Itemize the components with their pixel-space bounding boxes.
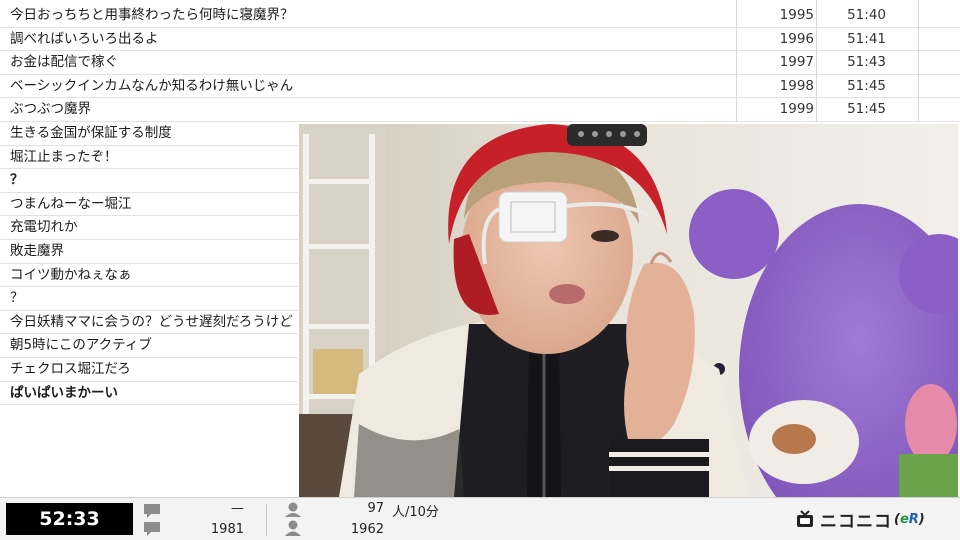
speech-bubble-icon [144,504,160,536]
person-icon [285,502,301,536]
comment-row[interactable]: 堀江止まったぞ！ [0,146,298,170]
comment-list-empty-area [0,418,298,498]
comment-time: 51:41 [847,30,886,47]
comment-text: ベーシックインカムなんか知るわけ無いじゃん [10,77,294,94]
comment-row[interactable]: 今日妖精ママに会うの？どうせ遅刻だろうけど [0,311,298,335]
comment-text: 今日妖精ママに会うの？どうせ遅刻だろうけど [10,313,293,330]
video-player[interactable] [299,124,958,497]
comment-text: ぱいぱいまかーい [10,384,118,401]
comment-text: 朝5時にこのアクティブ [10,337,152,354]
logo-suffix: (eR) [894,511,925,527]
comment-text: 今日おっちちと用事終わったら何時に寝魔界？ [10,7,294,23]
column-divider [736,0,737,122]
niconico-logo: ニコニコ (eR) [796,507,925,532]
comment-text: 生きる金国が保証する制度 [10,125,172,141]
comment-row[interactable]: コイツ動かねぇなぁ [0,264,298,288]
comment-text: 堀江止まったぞ！ [10,148,118,165]
comment-text: 敗走魔界 [10,243,64,259]
comment-count: 1981 [210,522,244,537]
video-frame [299,124,958,497]
comment-row[interactable]: ？ [0,169,298,193]
comment-text: お金は配信で稼ぐ [10,54,118,71]
comment-time: 51:40 [847,7,886,23]
comment-number: 1997 [779,54,814,71]
comment-row[interactable]: ？ [0,287,298,311]
comment-row[interactable]: ぱいぱいまかーい [0,382,298,406]
comment-row[interactable]: 朝5時にこのアクティブ [0,334,298,358]
comment-time: 51:43 [847,54,886,71]
elapsed-time: 52:33 [6,503,133,535]
logo-text: ニコニコ [820,511,892,532]
niconico-tv-icon [797,510,813,527]
comment-text: ぶつぶつ魔界 [10,101,91,118]
column-divider [816,0,817,122]
comment-text: つまんねーなー堀江 [10,195,132,212]
viewer-stat-top: 97 [367,501,384,516]
comment-list-left: 生きる金国が保証する制度 堀江止まったぞ！ ？ つまんねーなー堀江 充電切れか敗走魔界コ… [0,122,298,418]
viewer-unit: 人/10分 [392,505,439,520]
comment-row[interactable]: 敗走魔界 [0,240,298,264]
comment-text: 調べればいろいろ出るよ [10,30,159,47]
viewer-count: 1962 [350,522,384,537]
comment-number: 1995 [779,7,814,23]
comment-time: 51:45 [847,77,886,94]
comment-number: 1996 [779,30,814,47]
comment-text: ？ [10,290,24,307]
comment-number: 1998 [779,77,814,94]
column-divider [918,0,919,122]
comment-text: 充電切れか [10,219,78,236]
divider [266,504,267,536]
comment-row[interactable]: つまんねーなー堀江 [0,193,298,217]
comment-row[interactable]: 充電切れか [0,216,298,240]
comment-row[interactable]: チェクロス堀江だろ [0,358,298,382]
comment-time: 51:45 [847,101,886,118]
comment-text: チェクロス堀江だろ [10,361,131,377]
comment-text: コイツ動かねぇなぁ [10,266,132,283]
comment-row[interactable]: 生きる金国が保証する制度 [0,122,298,146]
comment-number: 1999 [779,101,814,118]
comment-list-top: 今日おっちちと用事終わったら何時に寝魔界？ 1995 51:40 調べればいろいろ出る… [0,0,960,122]
status-bar: 52:33 — 1981 97 人/10分 1962 ニコニコ (eR) [0,497,960,540]
comment-text: ？ [10,172,24,189]
comment-stat-top: — [231,501,244,516]
